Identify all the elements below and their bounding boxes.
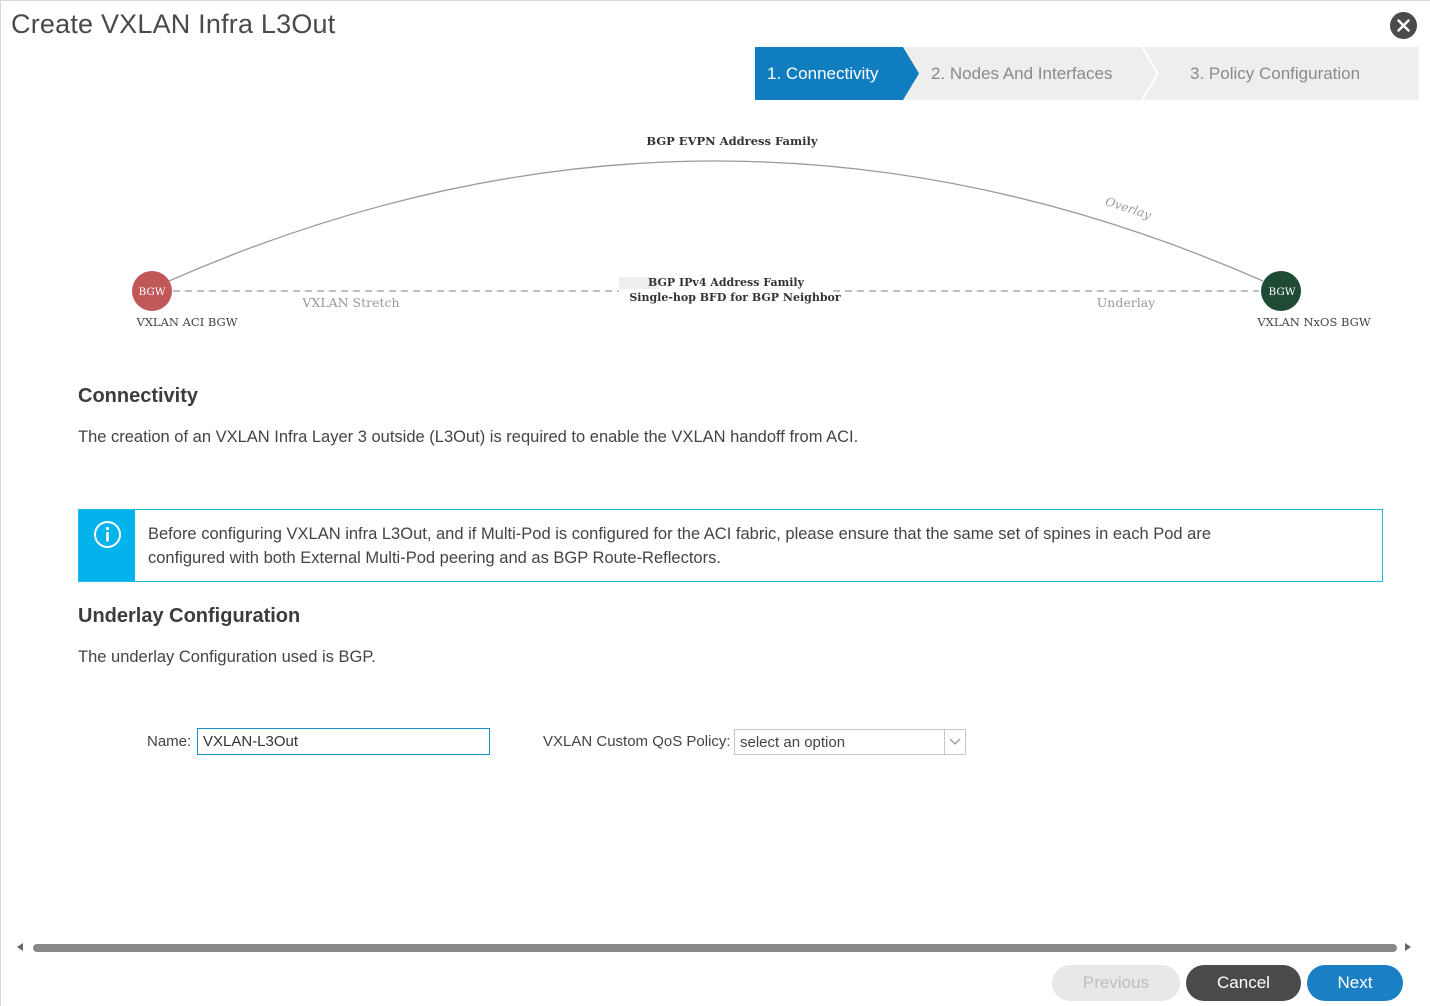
close-button[interactable] xyxy=(1390,12,1417,39)
info-icon xyxy=(93,521,121,548)
info-icon-area xyxy=(79,510,135,581)
info-line-2: configured with both External Multi-Pod … xyxy=(148,549,721,567)
left-bgw-badge: BGW xyxy=(138,286,165,298)
close-icon xyxy=(1397,19,1410,32)
horizontal-scrollbar[interactable] xyxy=(15,939,1415,955)
wizard-step-nodes-interfaces[interactable]: 2. Nodes And Interfaces xyxy=(931,47,1112,100)
scrollbar-thumb[interactable] xyxy=(33,944,1397,952)
overlay-arc xyxy=(168,160,1264,282)
create-l3out-dialog: Create VXLAN Infra L3Out 1. Connectivity… xyxy=(0,0,1430,1006)
connectivity-description: The creation of an VXLAN Infra Layer 3 o… xyxy=(78,428,859,446)
wizard-step-connectivity[interactable]: 1. Connectivity xyxy=(767,47,879,100)
next-button[interactable]: Next xyxy=(1307,965,1403,1001)
underlay-bgp-label: BGP IPv4 Address Family xyxy=(648,276,805,289)
scroll-left-arrow-icon[interactable] xyxy=(17,943,23,951)
overlay-title: BGP EVPN Address Family xyxy=(646,134,817,148)
info-line-1: Before configuring VXLAN infra L3Out, an… xyxy=(148,525,1212,543)
connectivity-heading: Connectivity xyxy=(78,385,199,407)
underlay-description: The underlay Configuration used is BGP. xyxy=(78,648,376,666)
cancel-button[interactable]: Cancel xyxy=(1186,965,1301,1001)
qos-policy-placeholder: select an option xyxy=(740,734,846,751)
underlay-label: Underlay xyxy=(1097,295,1156,310)
right-bgw-badge: BGW xyxy=(1268,286,1295,298)
previous-button[interactable]: Previous xyxy=(1052,965,1180,1001)
name-label: Name: xyxy=(147,733,192,750)
info-message: Before configuring VXLAN infra L3Out, an… xyxy=(135,510,1355,581)
scroll-right-arrow-icon[interactable] xyxy=(1405,943,1411,951)
connectivity-diagram: BGP EVPN Address Family Overlay VXLAN St… xyxy=(132,134,1371,329)
name-input[interactable] xyxy=(197,728,490,755)
qos-policy-label: VXLAN Custom QoS Policy: xyxy=(543,733,731,750)
left-bgw-label: VXLAN ACI BGW xyxy=(135,315,237,329)
overlay-label: Overlay xyxy=(1104,194,1153,222)
wizard-steps: 1. Connectivity 2. Nodes And Interfaces … xyxy=(755,47,1419,100)
qos-policy-select[interactable]: select an option xyxy=(734,729,966,755)
chevron-down-icon[interactable] xyxy=(944,730,965,754)
dialog-title: Create VXLAN Infra L3Out xyxy=(11,9,336,39)
info-alert: Before configuring VXLAN infra L3Out, an… xyxy=(78,509,1383,582)
vxlan-stretch-label: VXLAN Stretch xyxy=(301,295,399,310)
wizard-step-policy-configuration[interactable]: 3. Policy Configuration xyxy=(1190,47,1360,100)
right-bgw-label: VXLAN NxOS BGW xyxy=(1256,315,1371,329)
underlay-bfd-label: Single-hop BFD for BGP Neighbor xyxy=(629,291,841,304)
underlay-heading: Underlay Configuration xyxy=(78,605,301,627)
